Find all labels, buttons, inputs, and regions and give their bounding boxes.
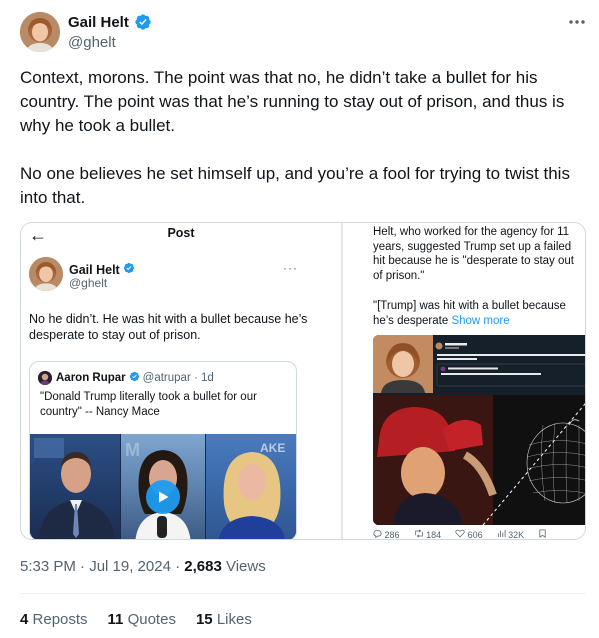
screenshot-post-title: Post	[167, 226, 195, 240]
article-quote: "[Trump] was hit with a bullet because h…	[373, 299, 585, 328]
divider	[20, 593, 586, 594]
likes-link[interactable]: 15 Likes	[196, 611, 252, 628]
svg-text:M: M	[125, 440, 140, 460]
reposts-count: 4	[20, 611, 29, 628]
embedded-rally-image	[373, 395, 585, 525]
reposts-link[interactable]: 4 Reposts	[20, 611, 88, 628]
video-panel-man	[30, 434, 120, 539]
quote-name-row: Aaron Rupar @atrupar · 1d	[56, 371, 214, 385]
embedded-portrait	[373, 335, 433, 393]
repost-icon	[414, 529, 423, 538]
play-video-button[interactable]	[146, 480, 180, 514]
article-action-bar: 286 184 606 32K	[373, 529, 585, 539]
article-reply-count: 286	[373, 529, 400, 539]
screenshot-avatar	[29, 257, 63, 291]
quotes-label: Quotes	[127, 611, 176, 628]
tweet-paragraph-1: Context, morons. The point was that no, …	[20, 68, 565, 135]
views-count: 2,683	[184, 558, 222, 575]
article-like-count: 606	[455, 529, 483, 539]
tweet-meta: 5:33 PM · Jul 19, 2024 · 2,683 Views	[20, 558, 266, 575]
media-image-left[interactable]: ← Post Gail Helt @ghelt ··· No he didn’t…	[21, 223, 343, 539]
author-display-name[interactable]: Gail Helt	[68, 14, 129, 31]
article-embedded-media	[373, 335, 585, 525]
author-name-row: Gail Helt	[68, 13, 152, 31]
quotes-link[interactable]: 11 Quotes	[108, 611, 176, 628]
likes-count: 15	[195, 611, 213, 628]
article-view-count: 32K	[497, 529, 524, 539]
screenshot-name: Gail Helt	[69, 263, 120, 277]
article-bookmark-icon	[538, 529, 547, 539]
verified-badge-icon[interactable]	[134, 13, 152, 31]
screenshot-more-icon: ···	[283, 261, 298, 275]
quote-avatar	[38, 371, 52, 385]
screenshot-handle: @ghelt	[69, 276, 108, 290]
tweet-text: Context, morons. The point was that no, …	[20, 66, 586, 210]
media-image-right[interactable]: Helt, who worked for the agency for 11 y…	[345, 223, 585, 539]
show-more-link[interactable]: Show more	[451, 315, 509, 327]
quote-handle-time: @atrupar · 1d	[142, 372, 214, 384]
likes-label: Likes	[216, 611, 252, 628]
quote-text: "Donald Trump literally took a bullet fo…	[40, 391, 257, 418]
tweet: Gail Helt @ghelt Context, morons. The po…	[0, 0, 599, 638]
quote-video-thumbnail: M AKE	[30, 434, 296, 539]
article-text: Helt, who worked for the agency for 11 y…	[373, 226, 574, 282]
video-panel-woman-right: AKE	[206, 434, 296, 539]
reposts-label: Reposts	[32, 611, 88, 628]
views-label: Views	[221, 558, 266, 575]
tweet-paragraph-2: No one believes he set himself up, and y…	[20, 164, 570, 207]
author-handle[interactable]: @ghelt	[68, 34, 116, 51]
heart-icon	[455, 529, 465, 538]
quote-name: Aaron Rupar	[56, 372, 126, 384]
tweet-timestamp[interactable]: 5:33 PM · Jul 19, 2024 ·	[20, 558, 184, 575]
more-options-icon[interactable]	[566, 12, 588, 32]
engagement-stats: 4 Reposts 11 Quotes 15 Likes	[20, 611, 252, 628]
avatar-photo	[20, 12, 60, 52]
screenshot-quote-tweet: Aaron Rupar @atrupar · 1d "Donald Trump …	[29, 361, 297, 539]
avatar[interactable]	[20, 12, 60, 52]
embedded-mini-tweet	[435, 341, 585, 393]
screenshot-verified-icon	[123, 261, 135, 279]
views-icon	[497, 529, 506, 538]
article-repost-count: 184	[414, 529, 441, 539]
quote-verified-icon	[129, 371, 140, 385]
reply-icon	[373, 529, 382, 539]
svg-text:AKE: AKE	[260, 441, 285, 455]
quotes-count: 11	[107, 611, 124, 628]
back-arrow-icon: ←	[29, 225, 47, 245]
tweet-media[interactable]: ← Post Gail Helt @ghelt ··· No he didn’t…	[20, 222, 586, 540]
screenshot-text: No he didn’t. He was hit with a bullet b…	[29, 312, 308, 342]
